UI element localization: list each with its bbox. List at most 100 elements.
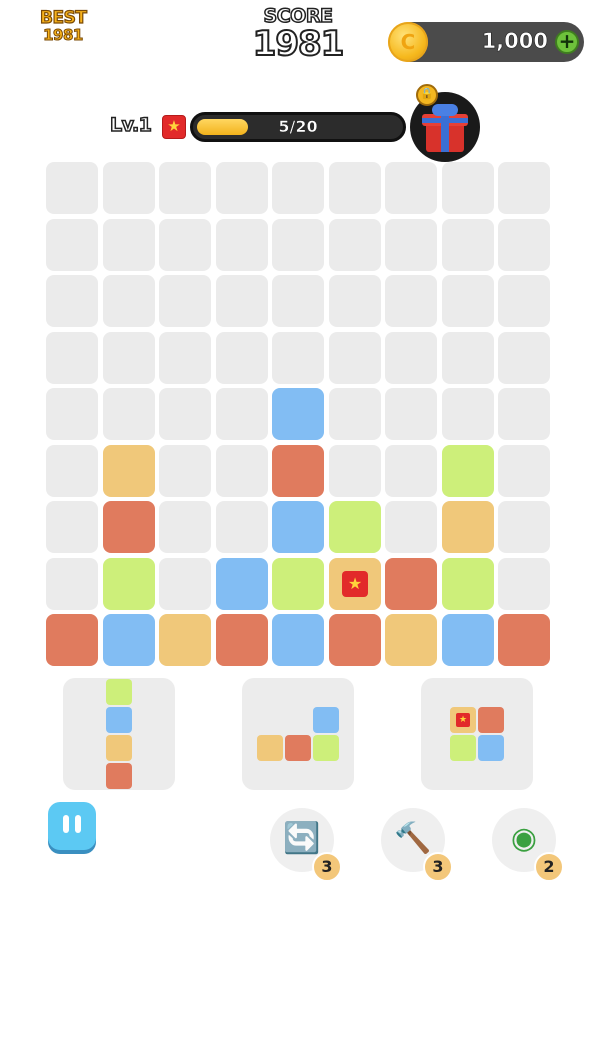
- empty-cell[interactable]: [216, 501, 268, 553]
- empty-cell[interactable]: [159, 501, 211, 553]
- empty-cell[interactable]: [498, 332, 550, 384]
- block-red[interactable]: [216, 614, 268, 666]
- empty-cell[interactable]: [159, 219, 211, 271]
- block-blue[interactable]: [103, 614, 155, 666]
- block-red[interactable]: [46, 614, 98, 666]
- block-blue[interactable]: [216, 558, 268, 610]
- block-green[interactable]: [442, 558, 494, 610]
- block-orange[interactable]: [385, 614, 437, 666]
- empty-cell[interactable]: [159, 275, 211, 327]
- block-red[interactable]: [103, 501, 155, 553]
- empty-cell[interactable]: [46, 388, 98, 440]
- piece-block-green: [106, 679, 132, 705]
- piece-slot-1[interactable]: [63, 678, 175, 790]
- empty-cell[interactable]: [216, 332, 268, 384]
- empty-cell[interactable]: [103, 219, 155, 271]
- empty-cell[interactable]: [159, 445, 211, 497]
- empty-cell[interactable]: [442, 162, 494, 214]
- empty-cell[interactable]: [272, 275, 324, 327]
- empty-cell[interactable]: [442, 219, 494, 271]
- empty-cell[interactable]: [272, 332, 324, 384]
- empty-cell[interactable]: [159, 162, 211, 214]
- game-board[interactable]: ★: [46, 162, 550, 666]
- empty-cell[interactable]: [216, 388, 268, 440]
- empty-cell[interactable]: [498, 219, 550, 271]
- block-green[interactable]: [442, 445, 494, 497]
- block-orange[interactable]: [159, 614, 211, 666]
- piece-block-orange: [106, 735, 132, 761]
- empty-cell[interactable]: [498, 501, 550, 553]
- empty-cell[interactable]: [442, 275, 494, 327]
- level-label: Lv.1: [109, 113, 152, 137]
- empty-cell[interactable]: [46, 332, 98, 384]
- empty-cell[interactable]: [103, 162, 155, 214]
- empty-cell[interactable]: [216, 275, 268, 327]
- empty-cell[interactable]: [385, 219, 437, 271]
- progress-text: 5/20: [278, 117, 318, 137]
- add-coins-button[interactable]: +: [555, 30, 579, 54]
- empty-cell[interactable]: [498, 162, 550, 214]
- block-orange[interactable]: ★: [329, 558, 381, 610]
- block-green[interactable]: [103, 558, 155, 610]
- block-blue[interactable]: [272, 614, 324, 666]
- empty-cell[interactable]: [385, 388, 437, 440]
- empty-cell[interactable]: [46, 558, 98, 610]
- block-green[interactable]: [272, 558, 324, 610]
- empty-cell[interactable]: [46, 162, 98, 214]
- empty-cell[interactable]: [216, 219, 268, 271]
- empty-cell[interactable]: [103, 275, 155, 327]
- empty-cell[interactable]: [46, 219, 98, 271]
- piece-block-blue: [106, 707, 132, 733]
- piece-slot-3[interactable]: ★: [421, 678, 533, 790]
- star-icon: ★: [162, 115, 186, 139]
- empty-cell[interactable]: [329, 388, 381, 440]
- empty-cell[interactable]: [385, 501, 437, 553]
- empty-cell[interactable]: [498, 388, 550, 440]
- score-value: 1981: [252, 24, 346, 64]
- empty-cell[interactable]: [46, 275, 98, 327]
- block-orange[interactable]: [442, 501, 494, 553]
- hammer-tool-button[interactable]: 🔨 3: [381, 808, 453, 882]
- empty-cell[interactable]: [46, 445, 98, 497]
- block-orange[interactable]: [103, 445, 155, 497]
- empty-cell[interactable]: [442, 388, 494, 440]
- empty-cell[interactable]: [272, 219, 324, 271]
- empty-cell[interactable]: [216, 445, 268, 497]
- empty-cell[interactable]: [498, 558, 550, 610]
- empty-cell[interactable]: [498, 275, 550, 327]
- empty-cell[interactable]: [272, 162, 324, 214]
- empty-cell[interactable]: [498, 445, 550, 497]
- empty-cell[interactable]: [385, 332, 437, 384]
- empty-cell[interactable]: [385, 162, 437, 214]
- block-red[interactable]: [385, 558, 437, 610]
- block-red[interactable]: [498, 614, 550, 666]
- piece-slot-2[interactable]: [242, 678, 354, 790]
- empty-cell[interactable]: [329, 219, 381, 271]
- empty-cell[interactable]: [385, 445, 437, 497]
- empty-cell[interactable]: [329, 162, 381, 214]
- block-blue[interactable]: [272, 388, 324, 440]
- empty-cell[interactable]: [159, 388, 211, 440]
- hammer-count: 3: [423, 852, 453, 882]
- pause-button[interactable]: [48, 802, 96, 850]
- piece-block-red: [285, 735, 311, 761]
- empty-cell[interactable]: [159, 332, 211, 384]
- empty-cell[interactable]: [216, 162, 268, 214]
- empty-cell[interactable]: [159, 558, 211, 610]
- block-blue[interactable]: [442, 614, 494, 666]
- bomb-tool-button[interactable]: ◉ 2: [492, 808, 564, 882]
- block-red[interactable]: [329, 614, 381, 666]
- empty-cell[interactable]: [329, 332, 381, 384]
- block-green[interactable]: [329, 501, 381, 553]
- empty-cell[interactable]: [329, 445, 381, 497]
- rotate-tool-button[interactable]: 🔄 3: [270, 808, 342, 882]
- empty-cell[interactable]: [442, 332, 494, 384]
- block-red[interactable]: [272, 445, 324, 497]
- empty-cell[interactable]: [385, 275, 437, 327]
- empty-cell[interactable]: [46, 501, 98, 553]
- empty-cell[interactable]: [329, 275, 381, 327]
- hammer-icon: 🔨: [394, 821, 432, 856]
- block-blue[interactable]: [272, 501, 324, 553]
- empty-cell[interactable]: [103, 332, 155, 384]
- empty-cell[interactable]: [103, 388, 155, 440]
